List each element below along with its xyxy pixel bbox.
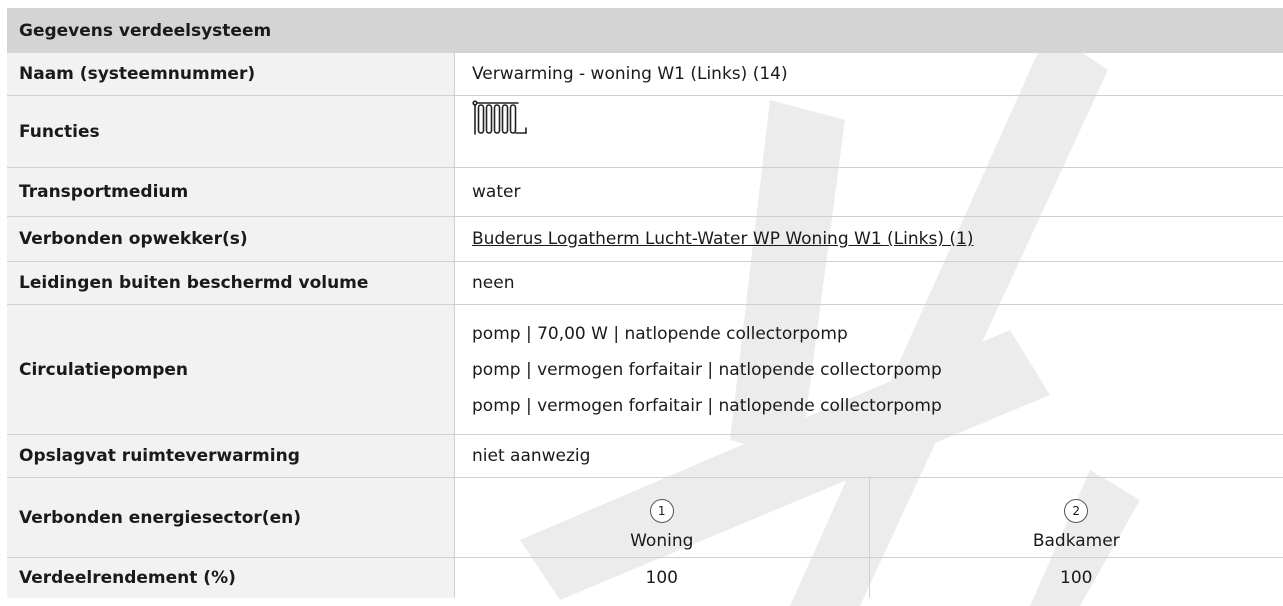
row-label: Naam (systeemnummer)	[7, 53, 455, 95]
efficiency-value: 100	[645, 568, 678, 588]
row-label: Leidingen buiten beschermd volume	[7, 262, 455, 304]
row-value: niet aanwezig	[472, 446, 591, 466]
row-circulatiepompen: Circulatiepompen pomp | 70,00 W | natlop…	[7, 305, 1283, 435]
row-transportmedium: Transportmedium water	[7, 168, 1283, 217]
row-label: Functies	[7, 96, 455, 167]
row-value: water	[472, 182, 521, 202]
row-energiesectoren: Verbonden energiesector(en) 1 Woning 2 B…	[7, 478, 1283, 558]
distribution-system-table: Gegevens verdeelsysteem Naam (systeemnum…	[7, 8, 1283, 598]
row-label: Opslagvat ruimteverwarming	[7, 435, 455, 477]
pump-item: pomp | 70,00 W | natlopende collectorpom…	[472, 323, 848, 344]
row-label: Transportmedium	[7, 168, 455, 216]
row-value: neen	[472, 273, 515, 293]
sector-cell: 2 Badkamer	[868, 478, 1283, 557]
row-leidingen: Leidingen buiten beschermd volume neen	[7, 262, 1283, 305]
row-label: Verbonden opwekker(s)	[7, 217, 455, 261]
row-value: Verwarming - woning W1 (Links) (14)	[472, 64, 788, 84]
row-verdeelrendement: Verdeelrendement (%) 100 100	[7, 558, 1283, 598]
row-opslagvat: Opslagvat ruimteverwarming niet aanwezig	[7, 435, 1283, 478]
sector-name: Badkamer	[1032, 531, 1120, 551]
row-label: Verdeelrendement (%)	[7, 558, 455, 598]
radiator-icon	[472, 100, 1283, 141]
efficiency-value: 100	[868, 558, 1283, 598]
sector-number-badge: 1	[649, 499, 674, 523]
sector-number-badge: 2	[1064, 499, 1089, 523]
row-label: Circulatiepompen	[7, 305, 455, 434]
pump-item: pomp | vermogen forfaitair | natlopende …	[472, 395, 942, 416]
sector-name: Woning	[630, 531, 694, 551]
row-naam: Naam (systeemnummer) Verwarming - woning…	[7, 53, 1283, 96]
pump-item: pomp | vermogen forfaitair | natlopende …	[472, 359, 942, 380]
table-header: Gegevens verdeelsysteem	[7, 8, 1283, 53]
row-functies: Functies	[7, 96, 1283, 168]
generator-link[interactable]: Buderus Logatherm Lucht-Water WP Woning …	[472, 229, 1283, 249]
row-opwekker: Verbonden opwekker(s) Buderus Logatherm …	[7, 217, 1283, 262]
row-label: Verbonden energiesector(en)	[7, 478, 455, 557]
sector-cell: 1 Woning	[455, 478, 869, 557]
